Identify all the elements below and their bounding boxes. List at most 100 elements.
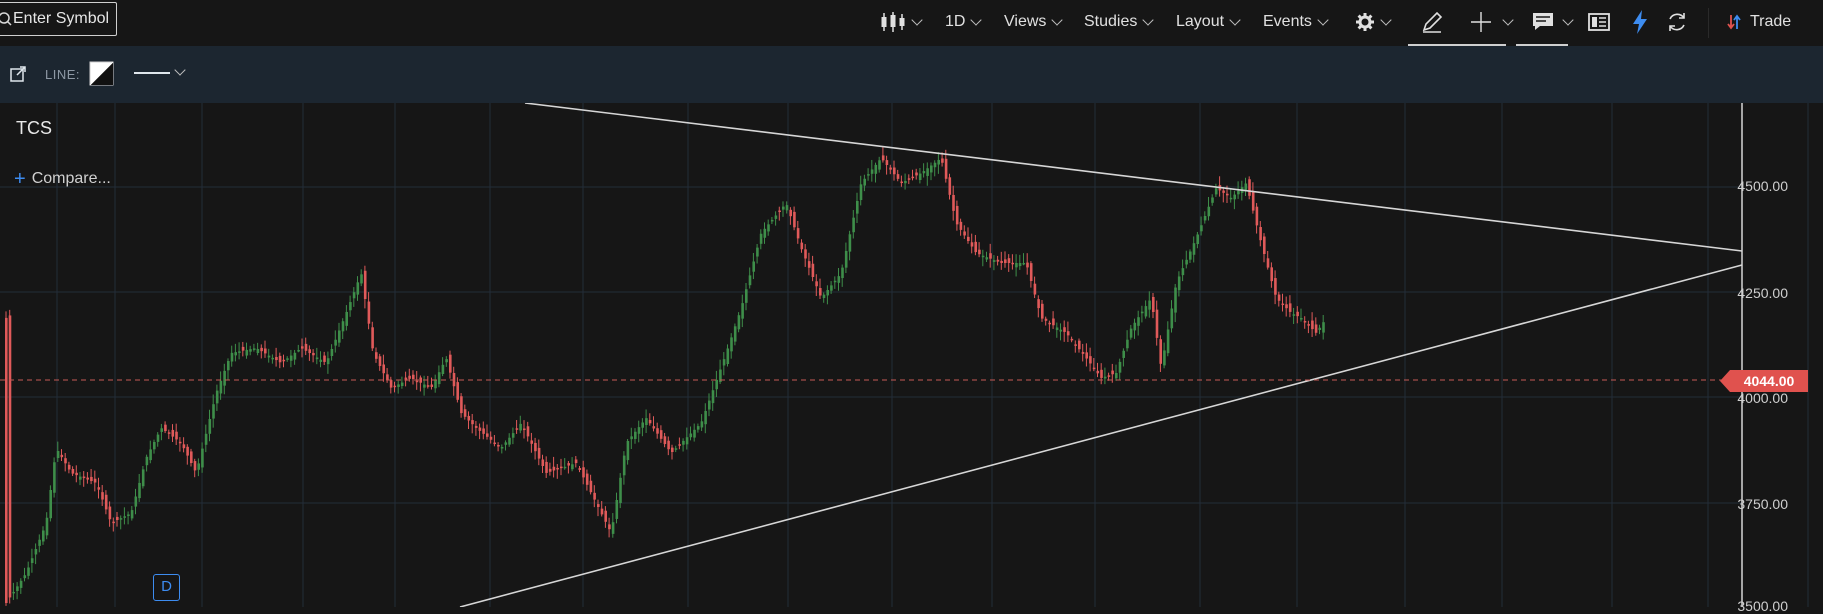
candle-body [1255, 206, 1259, 226]
events-label: Events [1263, 13, 1312, 30]
candle-body [752, 261, 755, 272]
candle-body [393, 385, 397, 388]
candle-body [1292, 314, 1296, 316]
news-button[interactable] [1588, 9, 1610, 35]
candle-body [1288, 303, 1292, 312]
chart-type-button[interactable] [880, 9, 923, 35]
color-swatch-icon[interactable] [89, 61, 114, 86]
trade-button[interactable]: Trade [1726, 12, 1791, 32]
views-menu[interactable]: Views [1004, 12, 1064, 32]
events-menu[interactable]: Events [1263, 12, 1329, 32]
current-price-tag: 4044.00 [1720, 370, 1808, 392]
candle-body [597, 504, 600, 507]
pencil-icon [1422, 11, 1443, 33]
candle-body [704, 410, 707, 425]
candle-body [341, 321, 345, 332]
candle-body [1144, 306, 1148, 317]
candle-body [1052, 318, 1055, 326]
candle-body [870, 169, 874, 174]
dividend-event-badge[interactable]: D [153, 574, 180, 601]
candle-body [1296, 311, 1299, 317]
interval-dropdown[interactable]: 1D [945, 12, 983, 32]
candle-body [1089, 356, 1092, 364]
candle-body [963, 231, 966, 236]
candle-body [319, 359, 323, 362]
candle-body [293, 352, 297, 360]
symbol-search[interactable] [0, 2, 117, 36]
candle-body [463, 409, 467, 417]
candle-body [338, 330, 341, 343]
candle-body [930, 165, 933, 173]
candle-body [415, 380, 419, 383]
candle-body [145, 456, 149, 466]
candle-body [45, 517, 49, 536]
crosshair-button[interactable] [1470, 9, 1514, 35]
candle-body [589, 480, 593, 493]
candle-body [571, 464, 574, 470]
popout-icon[interactable] [10, 66, 26, 82]
candle-body [1263, 236, 1266, 254]
candle-body [71, 469, 75, 474]
gear-icon [1356, 13, 1374, 31]
settings-button[interactable] [1355, 9, 1392, 35]
candle-body [619, 477, 622, 503]
search-icon [0, 12, 12, 26]
candle-body [301, 346, 304, 349]
candle-body [511, 433, 515, 438]
layout-menu[interactable]: Layout [1176, 12, 1241, 32]
candle-body [1015, 263, 1018, 268]
candle-body [208, 419, 212, 434]
candle-body [1140, 311, 1144, 314]
candle-body [182, 444, 186, 449]
candle-body [1063, 327, 1066, 332]
candle-body [693, 429, 696, 438]
candle-body [1270, 267, 1273, 282]
upper-trendline[interactable] [524, 103, 1743, 252]
candle-body [737, 315, 741, 330]
candle-body [1196, 234, 1199, 245]
candle-body [548, 468, 552, 472]
candle-body [30, 558, 34, 564]
candle-body [134, 496, 138, 507]
candle-body [64, 458, 67, 464]
candle-body [915, 172, 918, 176]
candle-body [782, 206, 785, 210]
candle-body [430, 384, 434, 387]
candle-body [867, 174, 870, 176]
comment-button[interactable] [1532, 9, 1574, 35]
candle-body [160, 428, 163, 432]
candle-body [1214, 188, 1218, 195]
price-chart[interactable] [0, 103, 1823, 607]
candle-body [967, 236, 970, 241]
candle-body [785, 205, 789, 211]
candle-body [904, 180, 907, 184]
draw-button[interactable] [1420, 9, 1444, 35]
candle-body [38, 539, 41, 546]
candle-body [141, 469, 145, 487]
line-style-dropdown[interactable] [134, 64, 188, 82]
quick-trade-button[interactable] [1632, 9, 1648, 35]
candle-body [1281, 303, 1285, 306]
candle-body [952, 194, 955, 211]
candle-body [767, 224, 770, 232]
candle-body [641, 422, 644, 428]
candle-body [212, 404, 215, 419]
candle-body [1007, 258, 1011, 263]
refresh-button[interactable] [1666, 9, 1688, 35]
candle-body [759, 233, 763, 244]
compare-button[interactable]: + Compare... [14, 169, 111, 189]
candle-body [1251, 191, 1255, 211]
candle-body [922, 171, 926, 174]
candle-body [389, 380, 393, 388]
lower-trendline[interactable] [459, 264, 1743, 607]
candle-body [378, 356, 382, 367]
candle-body [201, 448, 204, 468]
candle-body [19, 580, 23, 588]
candle-body [900, 181, 903, 184]
studies-menu[interactable]: Studies [1084, 12, 1155, 32]
candle-body [974, 241, 977, 253]
candle-body [308, 349, 311, 354]
symbol-input[interactable] [13, 3, 113, 35]
candle-body [1000, 260, 1003, 263]
candle-body [611, 522, 615, 534]
